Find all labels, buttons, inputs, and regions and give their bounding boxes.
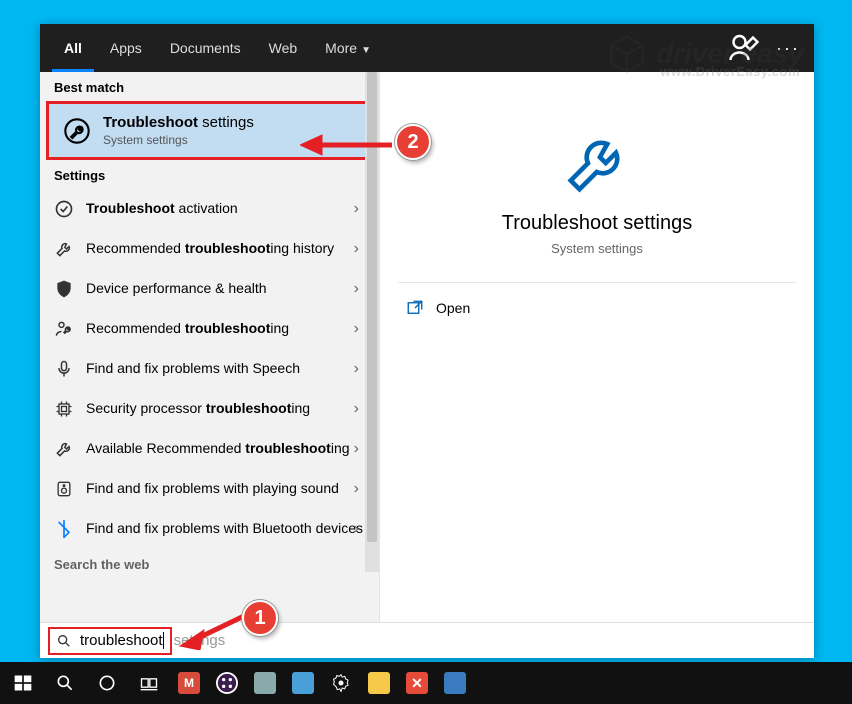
tab-apps[interactable]: Apps (98, 24, 154, 72)
start-button[interactable] (6, 666, 40, 700)
chevron-right-icon: › (354, 520, 359, 538)
cortana-icon[interactable] (90, 666, 124, 700)
settings-item-label: Device performance & health (86, 280, 365, 298)
check-circle-icon (54, 199, 74, 219)
settings-item-0[interactable]: Troubleshoot activation› (40, 189, 379, 229)
settings-item-7[interactable]: Find and fix problems with playing sound… (40, 469, 379, 509)
annotation-badge-2: 2 (395, 124, 431, 160)
chevron-right-icon: › (354, 280, 359, 298)
chevron-down-icon: ▼ (361, 45, 371, 56)
search-icon (56, 633, 72, 649)
settings-item-label: Available Recommended troubleshooting (86, 440, 365, 458)
task-view-icon[interactable] (132, 666, 166, 700)
person-wrench-icon (54, 319, 74, 339)
settings-item-3[interactable]: Recommended troubleshooting› (40, 309, 379, 349)
search-input[interactable]: troubleshoot (48, 627, 172, 655)
wrench-large-icon (562, 128, 632, 198)
settings-item-label: Find and fix problems with playing sound (86, 480, 365, 498)
settings-item-label: Recommended troubleshooting (86, 320, 365, 338)
settings-item-4[interactable]: Find and fix problems with Speech› (40, 349, 379, 389)
section-search-web: Search the web (40, 549, 379, 578)
tab-all[interactable]: All (52, 24, 94, 72)
tab-documents[interactable]: Documents (158, 24, 253, 72)
tab-more[interactable]: More▼ (313, 24, 383, 72)
open-action[interactable]: Open (380, 283, 814, 333)
settings-item-label: Troubleshoot activation (86, 200, 365, 218)
settings-item-label: Find and fix problems with Bluetooth dev… (86, 520, 365, 538)
settings-item-1[interactable]: Recommended troubleshooting history› (40, 229, 379, 269)
preview-subtitle: System settings (551, 241, 643, 256)
preview-title: Troubleshoot settings (502, 212, 692, 235)
taskbar-app-control[interactable] (440, 666, 470, 700)
taskbar-app-explorer[interactable] (364, 666, 394, 700)
search-filter-tabs: All Apps Documents Web More▼ ··· driver … (40, 24, 814, 72)
shield-icon (54, 279, 74, 299)
settings-item-label: Security processor troubleshooting (86, 400, 365, 418)
search-results-panel: All Apps Documents Web More▼ ··· driver … (40, 24, 814, 658)
taskbar: M ✕ (0, 662, 852, 704)
more-icon[interactable]: ··· (770, 30, 806, 66)
settings-item-6[interactable]: Available Recommended troubleshooting› (40, 429, 379, 469)
settings-item-2[interactable]: Device performance & health› (40, 269, 379, 309)
chevron-right-icon: › (354, 360, 359, 378)
section-settings: Settings (40, 160, 379, 189)
wrench-icon (63, 117, 91, 145)
chip-icon (54, 399, 74, 419)
taskbar-app-settings[interactable] (326, 666, 356, 700)
feedback-icon[interactable] (726, 30, 762, 66)
best-match-title: Troubleshoot settings (103, 114, 254, 131)
wrench-icon (54, 239, 74, 259)
chevron-right-icon: › (354, 240, 359, 258)
section-best-match: Best match (40, 72, 379, 101)
taskbar-app-generic1[interactable] (250, 666, 280, 700)
taskbar-app-slack[interactable] (212, 666, 242, 700)
wrench-icon (54, 439, 74, 459)
settings-item-label: Recommended troubleshooting history (86, 240, 365, 258)
best-match-subtitle: System settings (103, 133, 254, 147)
chevron-right-icon: › (354, 200, 359, 218)
chevron-right-icon: › (354, 320, 359, 338)
settings-item-5[interactable]: Security processor troubleshooting› (40, 389, 379, 429)
chevron-right-icon: › (354, 480, 359, 498)
annotation-badge-1: 1 (242, 600, 278, 636)
settings-item-8[interactable]: Find and fix problems with Bluetooth dev… (40, 509, 379, 549)
mic-icon (54, 359, 74, 379)
annotation-arrow-1 (178, 610, 248, 650)
chevron-right-icon: › (354, 440, 359, 458)
search-bar: troubleshoot settings (40, 622, 814, 658)
open-icon (406, 299, 424, 317)
tab-web[interactable]: Web (257, 24, 310, 72)
taskbar-app-close[interactable]: ✕ (402, 666, 432, 700)
taskbar-search-icon[interactable] (48, 666, 82, 700)
taskbar-app-notes[interactable] (288, 666, 318, 700)
speaker-icon (54, 479, 74, 499)
open-label: Open (436, 300, 470, 316)
annotation-arrow-2 (300, 132, 396, 158)
chevron-right-icon: › (354, 400, 359, 418)
settings-item-label: Find and fix problems with Speech (86, 360, 365, 378)
preview-pane: Troubleshoot settings System settings Op… (380, 72, 814, 622)
taskbar-app-gmail[interactable]: M (174, 666, 204, 700)
bluetooth-icon (54, 519, 74, 539)
